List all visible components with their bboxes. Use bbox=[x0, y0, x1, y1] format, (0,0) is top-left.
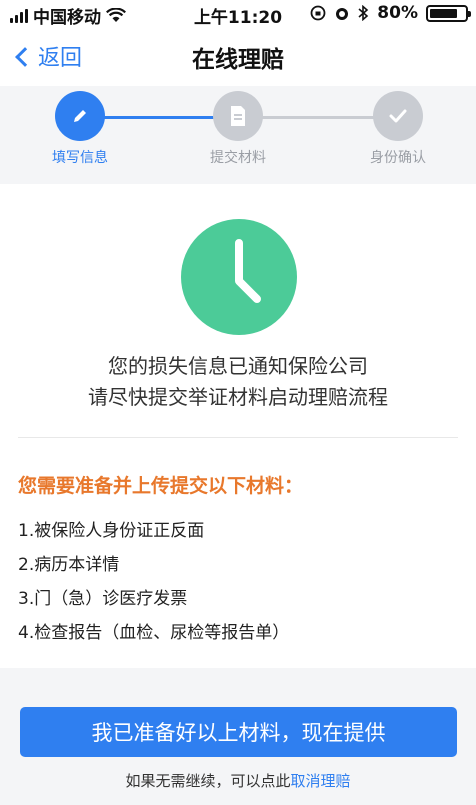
step-label: 填写信息 bbox=[52, 150, 108, 166]
requirement-item: 2.病历本详情 bbox=[18, 555, 120, 575]
divider bbox=[18, 437, 458, 438]
requirement-item: 1.被保险人身份证正反面 bbox=[18, 521, 205, 541]
requirement-item: 4.检查报告（血检、尿检等报告单） bbox=[18, 623, 290, 643]
nav-bar: 返回 在线理赔 bbox=[0, 26, 476, 86]
requirement-item: 3.门（急）诊医疗发票 bbox=[18, 589, 188, 609]
step-identity-confirm: 身份确认 bbox=[338, 86, 458, 167]
document-icon bbox=[231, 106, 245, 126]
cancel-hint-text: 如果无需继续，可以点此 bbox=[125, 772, 291, 790]
check-icon bbox=[389, 109, 407, 123]
requirements-list: 1.被保险人身份证正反面 2.病历本详情 3.门（急）诊医疗发票 4.检查报告（… bbox=[18, 514, 289, 650]
step-circle bbox=[373, 91, 423, 141]
alarm-icon bbox=[336, 8, 349, 20]
cancel-claim-link[interactable]: 取消理赔 bbox=[291, 772, 351, 790]
step-fill-info: 填写信息 bbox=[20, 86, 140, 167]
battery-percent: 80% bbox=[377, 3, 418, 23]
step-circle bbox=[55, 91, 105, 141]
pencil-icon bbox=[74, 110, 86, 122]
confirm-materials-button[interactable]: 我已准备好以上材料，现在提供 bbox=[20, 707, 457, 757]
clock-icon bbox=[181, 219, 297, 335]
step-circle bbox=[213, 91, 263, 141]
notice-line-2: 请尽快提交举证材料启动理赔流程 bbox=[88, 385, 388, 409]
notice-line-1: 您的损失信息已通知保险公司 bbox=[108, 354, 368, 378]
step-label: 身份确认 bbox=[370, 150, 426, 166]
status-right: 80% bbox=[310, 3, 471, 23]
page-title: 在线理赔 bbox=[192, 47, 284, 73]
rotation-lock-icon bbox=[310, 5, 326, 21]
step-label: 提交材料 bbox=[210, 150, 266, 166]
step-submit-materials: 提交材料 bbox=[178, 86, 298, 167]
cancel-hint: 如果无需继续，可以点此取消理赔 bbox=[0, 770, 476, 791]
progress-stepper: 填写信息 提交材料 身份确认 bbox=[0, 86, 476, 184]
status-bar: 中国移动 上午11:20 80% bbox=[0, 0, 476, 28]
requirements-title: 您需要准备并上传提交以下材料： bbox=[18, 475, 304, 497]
bluetooth-icon bbox=[358, 5, 369, 21]
battery-icon bbox=[426, 4, 471, 22]
